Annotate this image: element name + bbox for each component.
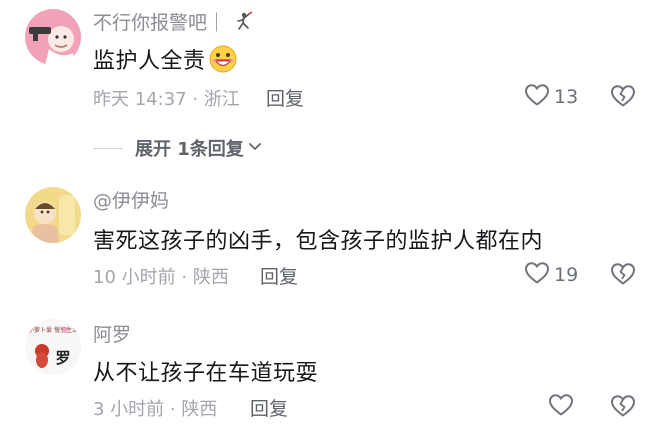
like-count: 19 <box>554 264 579 286</box>
comment-meta: 昨天 14:37 · 浙江 <box>93 89 240 110</box>
like-button[interactable] <box>548 393 574 421</box>
location: 浙江 <box>203 89 240 110</box>
expand-replies-button[interactable]: 展开 1条回复 <box>93 135 263 161</box>
avatar[interactable]: 小萝卜爱 慢享生活 罗 <box>25 319 81 375</box>
avatar[interactable] <box>25 9 81 65</box>
comment-text: 害死这孩子的凶手，包含孩子的监护人都在内 <box>93 229 544 254</box>
username[interactable]: 阿罗 <box>93 320 131 347</box>
comment-text: 监护人全责 <box>93 43 238 80</box>
reply-button[interactable]: 回复 <box>250 394 288 421</box>
location: 陕西 <box>181 399 218 420</box>
heart-outline-icon <box>524 261 550 289</box>
timestamp: 昨天 14:37 <box>93 89 187 110</box>
reply-button[interactable]: 回复 <box>260 262 298 289</box>
username[interactable]: @伊伊妈 <box>93 186 169 213</box>
grinning-emoji-icon <box>208 44 238 80</box>
comment-meta: 3 小时前 · 陕西 <box>93 399 218 420</box>
chevron-down-icon <box>247 138 263 158</box>
broken-heart-icon[interactable] <box>610 262 636 290</box>
reply-button[interactable]: 回复 <box>266 84 304 111</box>
heart-outline-icon <box>548 393 574 421</box>
timestamp: 10 小时前 <box>93 267 176 288</box>
like-button[interactable]: 19 <box>524 261 578 289</box>
timestamp: 3 小时前 <box>93 399 165 420</box>
location: 陕西 <box>192 267 229 288</box>
avatar[interactable] <box>25 187 81 243</box>
like-count: 13 <box>554 86 579 108</box>
heart-outline-icon <box>524 83 550 111</box>
broken-heart-icon[interactable] <box>610 394 636 422</box>
broken-heart-icon[interactable] <box>610 84 636 112</box>
avatar-caption: 小萝卜爱 慢享生活 <box>28 326 78 334</box>
comment-list: 不行你报警吧｜ 监护人全责 昨天 14:37 · 浙江 回复 13 展开 1条回… <box>0 0 660 448</box>
username[interactable]: 不行你报警吧｜ <box>93 8 254 36</box>
divider <box>93 147 123 149</box>
fencer-icon <box>234 11 254 36</box>
avatar-badge-text: 罗 <box>55 349 70 367</box>
comment-item: 不行你报警吧｜ 监护人全责 昨天 14:37 · 浙江 回复 13 <box>0 0 660 125</box>
comment-item: 小萝卜爱 慢享生活 罗 阿罗 从不让孩子在车道玩耍 3 小时前 · 陕西 回复 <box>0 310 660 448</box>
comment-meta: 10 小时前 · 陕西 <box>93 267 229 288</box>
comment-item: @伊伊妈 害死这孩子的凶手，包含孩子的监护人都在内 10 小时前 · 陕西 回复… <box>0 178 660 308</box>
like-button[interactable]: 13 <box>524 83 578 111</box>
comment-text: 从不让孩子在车道玩耍 <box>93 361 319 386</box>
